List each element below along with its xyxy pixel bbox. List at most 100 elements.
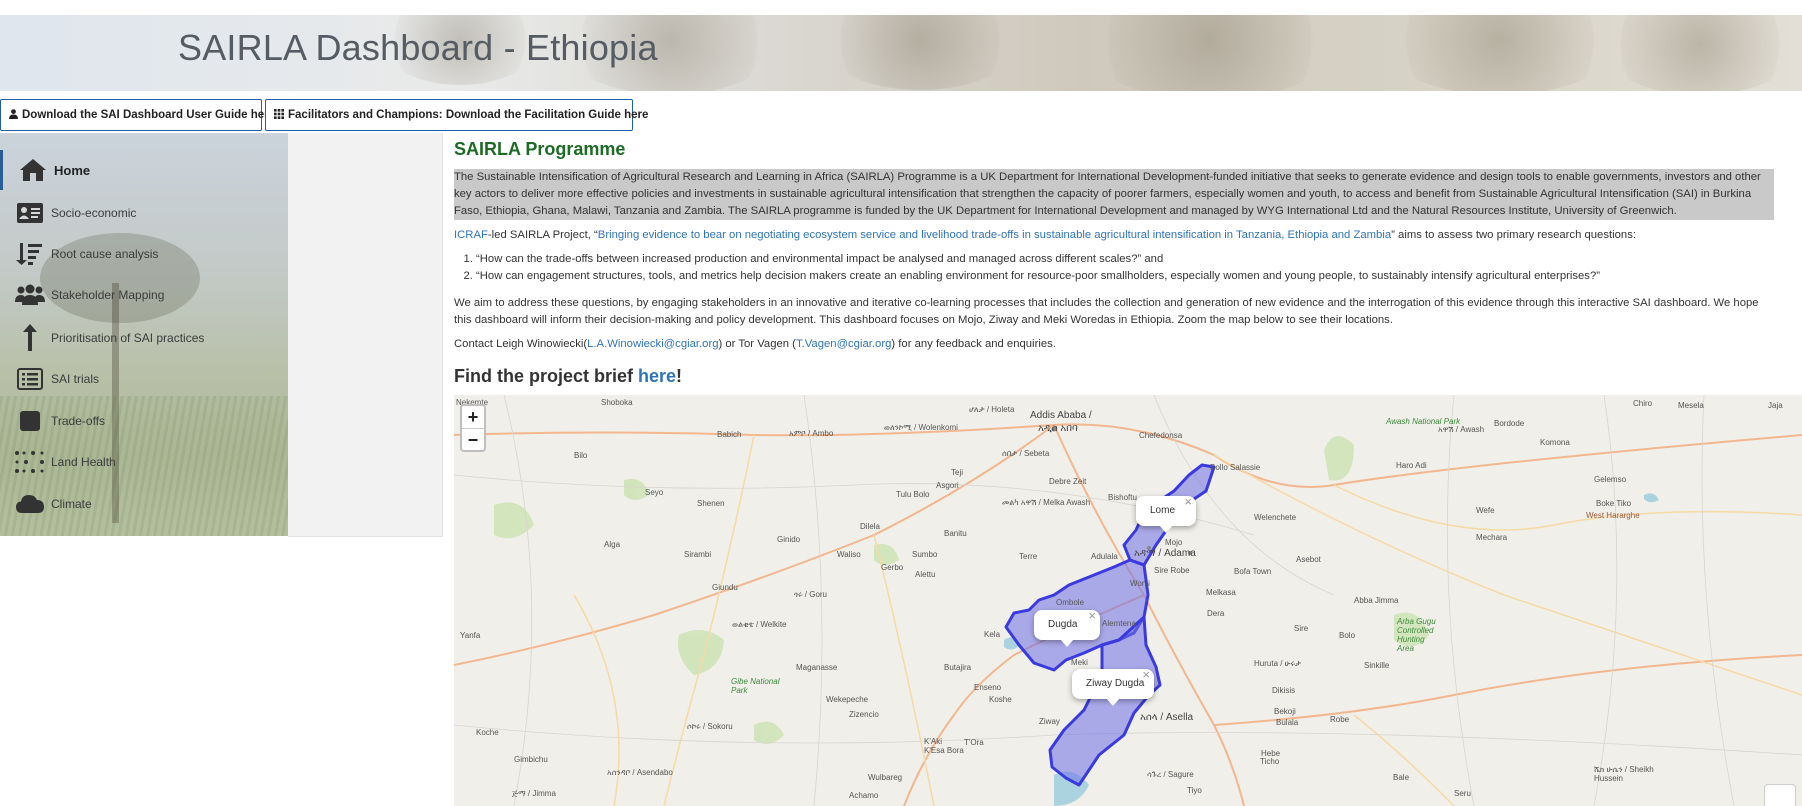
zoom-out-button[interactable]: − <box>462 428 484 451</box>
sidebar-item-sai-trials[interactable]: SAI trials <box>0 359 288 399</box>
place-label: Ombole <box>1056 598 1085 607</box>
map[interactable]: Nekemte Shoboka ሆለታ / Holeta Addis Ababa… <box>454 395 1802 806</box>
place-label: Mesela <box>1678 401 1704 410</box>
long-arrow-up-icon <box>14 322 46 354</box>
header-banner: SAIRLA Dashboard - Ethiopia <box>0 15 1802 91</box>
place-label: Sire Robe <box>1154 566 1190 575</box>
place-label: Bolo <box>1339 631 1356 640</box>
users-icon <box>14 279 46 311</box>
project-title-link[interactable]: Bringing evidence to bear on negotiating… <box>598 229 1391 241</box>
contact-email-link[interactable]: L.A.Winowiecki@cgiar.org <box>587 338 718 350</box>
sidebar-item-socio-economic[interactable]: Socio-economic <box>0 193 288 233</box>
place-label: Meki <box>1071 658 1088 667</box>
place-label: ወልቂቴ / Welkite <box>732 620 787 629</box>
grid-icon <box>274 108 284 122</box>
popup-close-icon[interactable]: × <box>1184 487 1192 517</box>
sidebar-item-label: Prioritisation of SAI practices <box>51 331 205 345</box>
place-label: Komona <box>1540 438 1570 447</box>
place-label: Chiro <box>1633 399 1653 408</box>
place-label: Bishoftu <box>1108 493 1137 502</box>
place-label: Tiyo <box>1187 786 1202 795</box>
sidebar-item-land-health[interactable]: Land Health <box>0 442 288 482</box>
place-label: ሰበታ / Sebeta <box>1002 449 1050 458</box>
place-label: K'Aki K'Esa Bora <box>924 737 964 755</box>
place-label: Wonji <box>1130 579 1150 588</box>
download-facilitation-guide-label: Facilitators and Champions: Download the… <box>288 109 649 121</box>
project-text-1: -led SAIRLA Project, “ <box>487 229 598 241</box>
sort-amount-icon <box>14 238 46 270</box>
place-label: Ginido <box>777 535 801 544</box>
place-label: አሰንዳቦ / Asendabo <box>607 768 673 777</box>
download-user-guide-label: Download the SAI Dashboard User Guide he… <box>22 109 276 121</box>
place-label: Ticho <box>1260 757 1280 766</box>
place-label: Ziway <box>1039 717 1060 726</box>
map-popup-dugda: Dugda × <box>1034 608 1100 647</box>
sidebar-item-prioritisation[interactable]: Prioritisation of SAI practices <box>0 318 288 358</box>
place-label: Koche <box>476 728 499 737</box>
id-card-icon <box>14 197 46 229</box>
popup-close-icon[interactable]: × <box>1142 660 1150 690</box>
place-label: Boke Tiko <box>1596 499 1632 508</box>
place-label: Sumbo <box>912 550 938 559</box>
sidebar-item-climate[interactable]: Climate <box>0 484 288 524</box>
place-label: Alga <box>604 540 621 549</box>
place-label: T'Ora <box>964 738 984 747</box>
place-label: Bordode <box>1494 419 1525 428</box>
place-label: Maganasse <box>796 663 838 672</box>
place-label: Achamo <box>849 791 879 800</box>
place-label: Gerbo <box>881 563 904 572</box>
place-label: Alettu <box>915 570 936 579</box>
project-brief-link[interactable]: here <box>638 366 676 386</box>
project-brief-heading: Find the project brief here! <box>454 366 682 387</box>
home-icon <box>17 154 49 186</box>
list-item: “How can engagement structures, tools, a… <box>476 268 1776 285</box>
place-label: Mechara <box>1476 533 1508 542</box>
project-text-2: ” aims to assess two primary research qu… <box>1391 229 1636 241</box>
download-facilitation-guide-button[interactable]: Facilitators and Champions: Download the… <box>265 99 648 131</box>
zoom-in-button[interactable]: + <box>462 406 484 428</box>
place-label: ሆለታ / Holeta <box>969 405 1015 414</box>
place-label: ጅማ / Jimma <box>512 789 556 798</box>
sidebar-item-stakeholder-mapping[interactable]: Stakeholder Mapping <box>0 275 288 315</box>
sidebar-item-label: Land Health <box>51 455 116 469</box>
map-zoom-control: + − <box>460 404 486 452</box>
place-label: ጎሩ / Goru <box>794 590 828 599</box>
sidebar-item-label: Home <box>54 162 91 178</box>
sidebar-item-label: Stakeholder Mapping <box>51 288 165 302</box>
map-layer-control[interactable] <box>1764 784 1796 806</box>
sidebar-item-home[interactable]: Home <box>0 150 288 190</box>
page-title: SAIRLA Dashboard - Ethiopia <box>178 27 658 68</box>
icraf-link[interactable]: ICRAF <box>454 229 488 241</box>
place-label: Gibe National Park <box>731 677 780 695</box>
place-label: Banitu <box>944 529 967 538</box>
place-label: Wefe <box>1476 506 1495 515</box>
place-label: Teji <box>951 468 964 477</box>
place-label: Seyo <box>645 488 664 497</box>
map-popup-lome: Lome × <box>1136 494 1196 533</box>
place-label: Dera <box>1207 609 1225 618</box>
place-label: Abba Jimma <box>1354 596 1399 605</box>
sidebar-item-root-cause-analysis[interactable]: Root cause analysis <box>0 234 288 274</box>
download-user-guide-button[interactable]: Download the SAI Dashboard User Guide he… <box>0 99 275 131</box>
place-label: Huruta / ሁሩታ <box>1254 659 1302 668</box>
place-label: Bollo Salassie <box>1210 463 1261 472</box>
place-label: Waliso <box>837 550 861 559</box>
place-label: ወለንኮሚ / Wolenkomi <box>884 423 958 432</box>
sidebar-item-trade-offs[interactable]: Trade-offs <box>0 401 288 441</box>
sidebar-item-label: Root cause analysis <box>51 247 159 261</box>
place-label: Haro Adi <box>1396 461 1427 470</box>
contact-email-link[interactable]: T.Vagen@cgiar.org <box>796 338 891 350</box>
place-label: Robe <box>1330 715 1350 724</box>
contact-text: ) or Tor Vagen ( <box>718 338 796 350</box>
place-label: Alemtena <box>1102 619 1136 628</box>
square-icon <box>14 405 46 437</box>
place-label: Adulala <box>1091 552 1118 561</box>
brief-text: Find the project brief <box>454 366 639 386</box>
place-label: Welenchete <box>1254 513 1297 522</box>
popup-close-icon[interactable]: × <box>1088 601 1096 631</box>
place-label: Kela <box>984 630 1001 639</box>
sidebar-item-label: SAI trials <box>51 372 100 386</box>
brief-end: ! <box>676 366 683 386</box>
place-label: Arba Gugu Controlled Hunting Area <box>1397 617 1436 653</box>
contact-text: ) for any feedback and enquiries. <box>891 338 1056 350</box>
